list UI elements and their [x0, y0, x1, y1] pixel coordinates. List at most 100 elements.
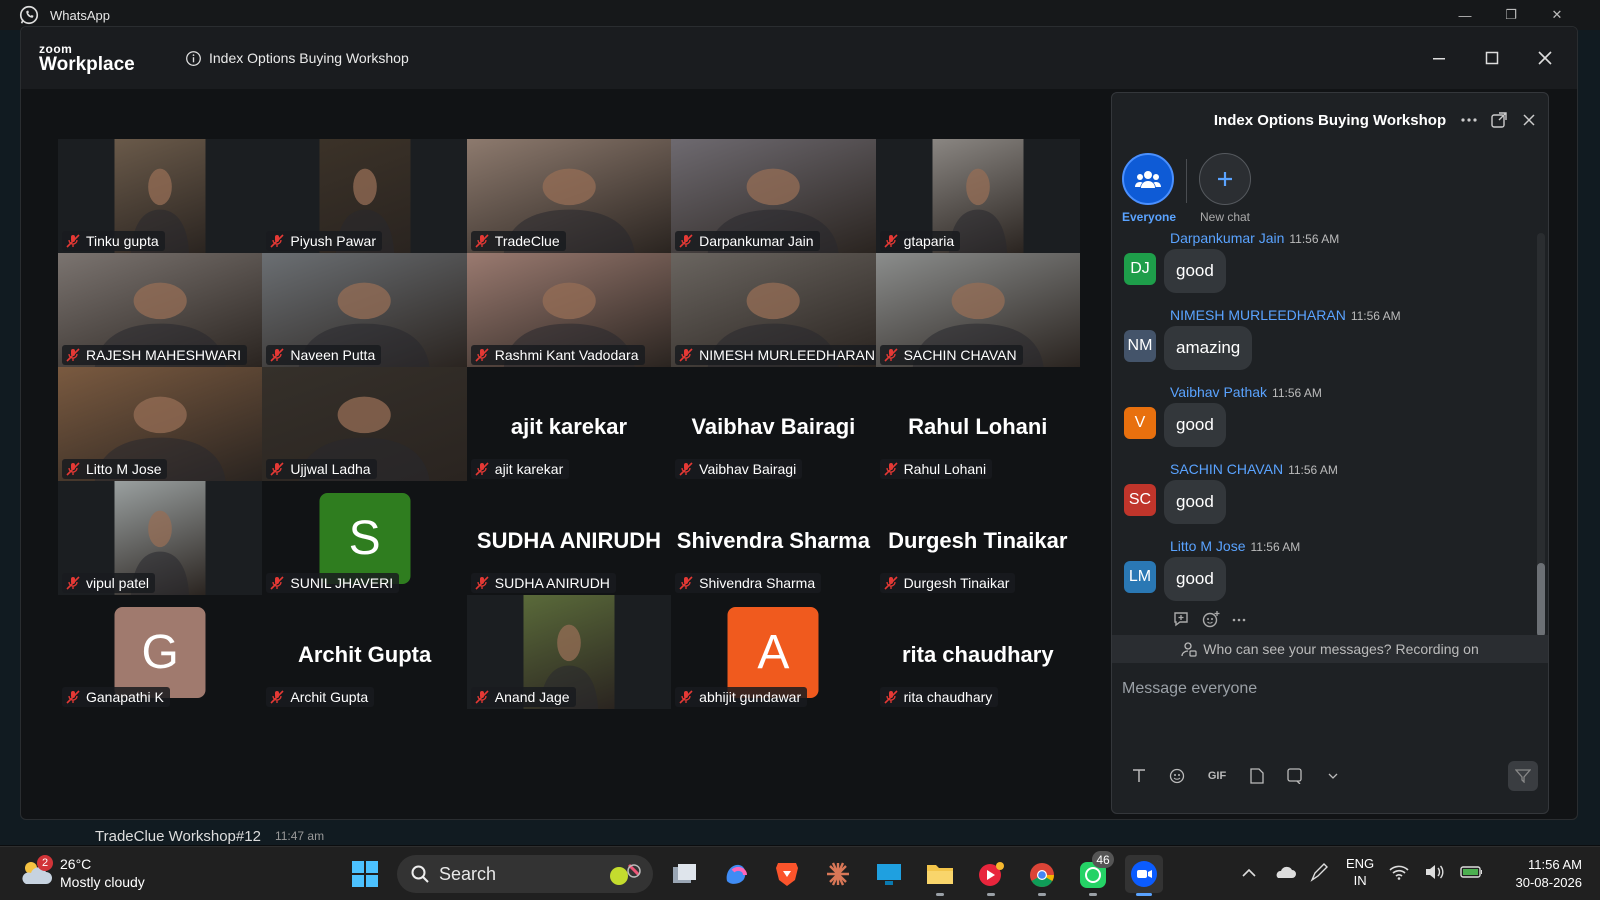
whatsapp-chat-item[interactable]: TradeClue Workshop#12 11:47 am [95, 826, 515, 846]
restore-icon[interactable]: ❐ [1488, 6, 1534, 24]
privacy-notice[interactable]: Who can see your messages? Recording on [1112, 635, 1548, 663]
text-format-icon[interactable] [1130, 767, 1148, 785]
participant-tile[interactable]: gtaparia [875, 139, 1080, 253]
participant-tile[interactable]: SUDHA ANIRUDH SUDHA ANIRUDH [466, 481, 672, 595]
participant-tile[interactable]: Shivendra Sharma Shivendra Sharma [671, 481, 876, 595]
participant-tile[interactable]: Aabhijit gundawar [671, 595, 876, 709]
more-icon[interactable] [1460, 111, 1478, 129]
emoji-react-icon[interactable] [1202, 610, 1220, 628]
file-icon[interactable] [1248, 767, 1266, 785]
message-list: DJ Darpankumar Jain 11:56 AM good NM NIMESH M… [1114, 230, 1532, 640]
chevron-down-icon[interactable] [1324, 767, 1342, 785]
meeting-info[interactable]: Index Options Buying Workshop [185, 50, 409, 67]
sender-name[interactable]: NIMESH MURLEEDHARAN [1170, 307, 1346, 323]
logo-small-text: zoom [39, 41, 73, 56]
screenshot-icon[interactable] [1286, 767, 1304, 785]
system-clock[interactable]: 11:56 AM 30-08-2026 [1516, 856, 1583, 892]
participant-tile[interactable]: Anand Jage [466, 595, 672, 709]
message-bubble[interactable]: good [1164, 480, 1226, 524]
cloud-sync-icon[interactable] [1274, 861, 1296, 883]
participant-tile[interactable]: Piyush Pawar [262, 139, 467, 253]
logo-big-text: Workplace [39, 53, 135, 75]
participant-tile[interactable]: Tinku gupta [58, 139, 263, 253]
participant-tile[interactable]: TradeClue [466, 139, 672, 253]
weather-widget[interactable]: 2 26°C Mostly cloudy [18, 855, 145, 891]
participant-tile[interactable]: ajit karekar ajit karekar [466, 367, 672, 481]
copilot-icon[interactable] [717, 855, 755, 893]
participant-tile[interactable]: Rashmi Kant Vadodara [466, 253, 672, 367]
sender-name[interactable]: SACHIN CHAVAN [1170, 461, 1283, 477]
start-button[interactable] [346, 855, 384, 893]
message-bubble[interactable]: good [1164, 403, 1226, 447]
whatsapp-icon [19, 5, 39, 25]
pen-icon[interactable] [1310, 861, 1332, 883]
send-button[interactable] [1508, 761, 1538, 791]
participant-tile[interactable]: vipul patel [58, 481, 263, 595]
chat-scrollbar[interactable] [1537, 233, 1545, 637]
whatsapp-taskbar-icon[interactable]: 46 [1074, 851, 1114, 896]
message-input[interactable]: Message everyone [1122, 676, 1502, 702]
participant-tile[interactable]: Rahul Lohani Rahul Lohani [875, 367, 1080, 481]
language-indicator[interactable]: ENG IN [1346, 855, 1374, 889]
scrollbar-thumb[interactable] [1537, 563, 1545, 637]
popout-icon[interactable] [1490, 111, 1508, 129]
more-icon[interactable] [1232, 610, 1246, 628]
avatar: V [1124, 407, 1156, 439]
mic-muted-icon [679, 690, 693, 704]
close-icon[interactable] [1520, 111, 1538, 129]
participant-name-tag: Archit Gupta [266, 687, 375, 707]
close-icon[interactable] [1518, 45, 1571, 71]
chrome-icon[interactable] [1023, 855, 1061, 896]
close-icon[interactable]: ✕ [1534, 6, 1580, 24]
participant-tile[interactable]: Darpankumar Jain [671, 139, 876, 253]
participant-tile[interactable]: Ujjwal Ladha [262, 367, 467, 481]
mic-muted-icon [475, 690, 489, 704]
message-bubble[interactable]: good [1164, 557, 1226, 601]
participant-name: gtaparia [903, 233, 955, 249]
sender-name[interactable]: Vaibhav Pathak [1170, 384, 1267, 400]
participant-name-tag: Tinku gupta [62, 231, 165, 251]
file-explorer-icon[interactable] [921, 855, 959, 896]
zoom-taskbar-icon[interactable] [1125, 855, 1163, 896]
battery-icon[interactable] [1460, 861, 1483, 883]
message-bubble[interactable]: good [1164, 249, 1226, 293]
gif-button[interactable]: GIF [1206, 767, 1228, 785]
reply-icon[interactable] [1172, 610, 1190, 628]
participant-tile[interactable]: S SUNIL JHAVERI [262, 481, 467, 595]
info-icon[interactable] [185, 50, 202, 67]
participant-display-name: SUDHA ANIRUDH [476, 528, 662, 553]
mic-muted-icon [270, 690, 284, 704]
emoji-icon[interactable] [1168, 767, 1186, 785]
participant-tile[interactable]: RAJESH MAHESHWARI [58, 253, 263, 367]
tab-new-chat[interactable]: New chat [1199, 153, 1251, 224]
task-view-icon[interactable] [666, 855, 704, 893]
participant-name-tag: SACHIN CHAVAN [879, 345, 1023, 365]
minimize-icon[interactable] [1412, 45, 1465, 71]
message-bubble[interactable]: amazing [1164, 326, 1253, 370]
participant-tile[interactable]: Durgesh Tinaikar Durgesh Tinaikar [875, 481, 1080, 595]
participant-tile[interactable]: Litto M Jose [58, 367, 263, 481]
brave-browser-icon[interactable] [768, 855, 806, 893]
volume-icon[interactable] [1424, 861, 1446, 883]
sender-name[interactable]: Darpankumar Jain [1170, 230, 1284, 246]
participant-tile[interactable]: SACHIN CHAVAN [875, 253, 1080, 367]
remote-desktop-icon[interactable] [870, 855, 908, 893]
tab-everyone[interactable]: Everyone [1122, 153, 1176, 224]
zoom-window: zoom Workplace Index Options Buying Work… [20, 26, 1578, 820]
taskbar-search[interactable]: Search [397, 855, 653, 893]
participant-tile[interactable]: rita chaudhary rita chaudhary [875, 595, 1080, 709]
participant-tile[interactable]: NIMESH MURLEEDHARAN [671, 253, 876, 367]
claude-icon[interactable] [819, 855, 857, 893]
media-player-icon[interactable] [972, 855, 1010, 896]
participant-tile[interactable]: Vaibhav Bairagi Vaibhav Bairagi [671, 367, 876, 481]
chevron-up-icon[interactable] [1238, 861, 1260, 883]
tennis-ball-icon [610, 863, 641, 885]
participant-name-tag: ajit karekar [470, 459, 570, 479]
minimize-icon[interactable]: — [1442, 6, 1488, 24]
participant-tile[interactable]: Naveen Putta [262, 253, 467, 367]
maximize-icon[interactable] [1465, 45, 1518, 71]
participant-tile[interactable]: Archit Gupta Archit Gupta [262, 595, 467, 709]
wifi-icon[interactable] [1388, 861, 1410, 883]
sender-name[interactable]: Litto M Jose [1170, 538, 1245, 554]
participant-tile[interactable]: G Ganapathi K [58, 595, 263, 709]
